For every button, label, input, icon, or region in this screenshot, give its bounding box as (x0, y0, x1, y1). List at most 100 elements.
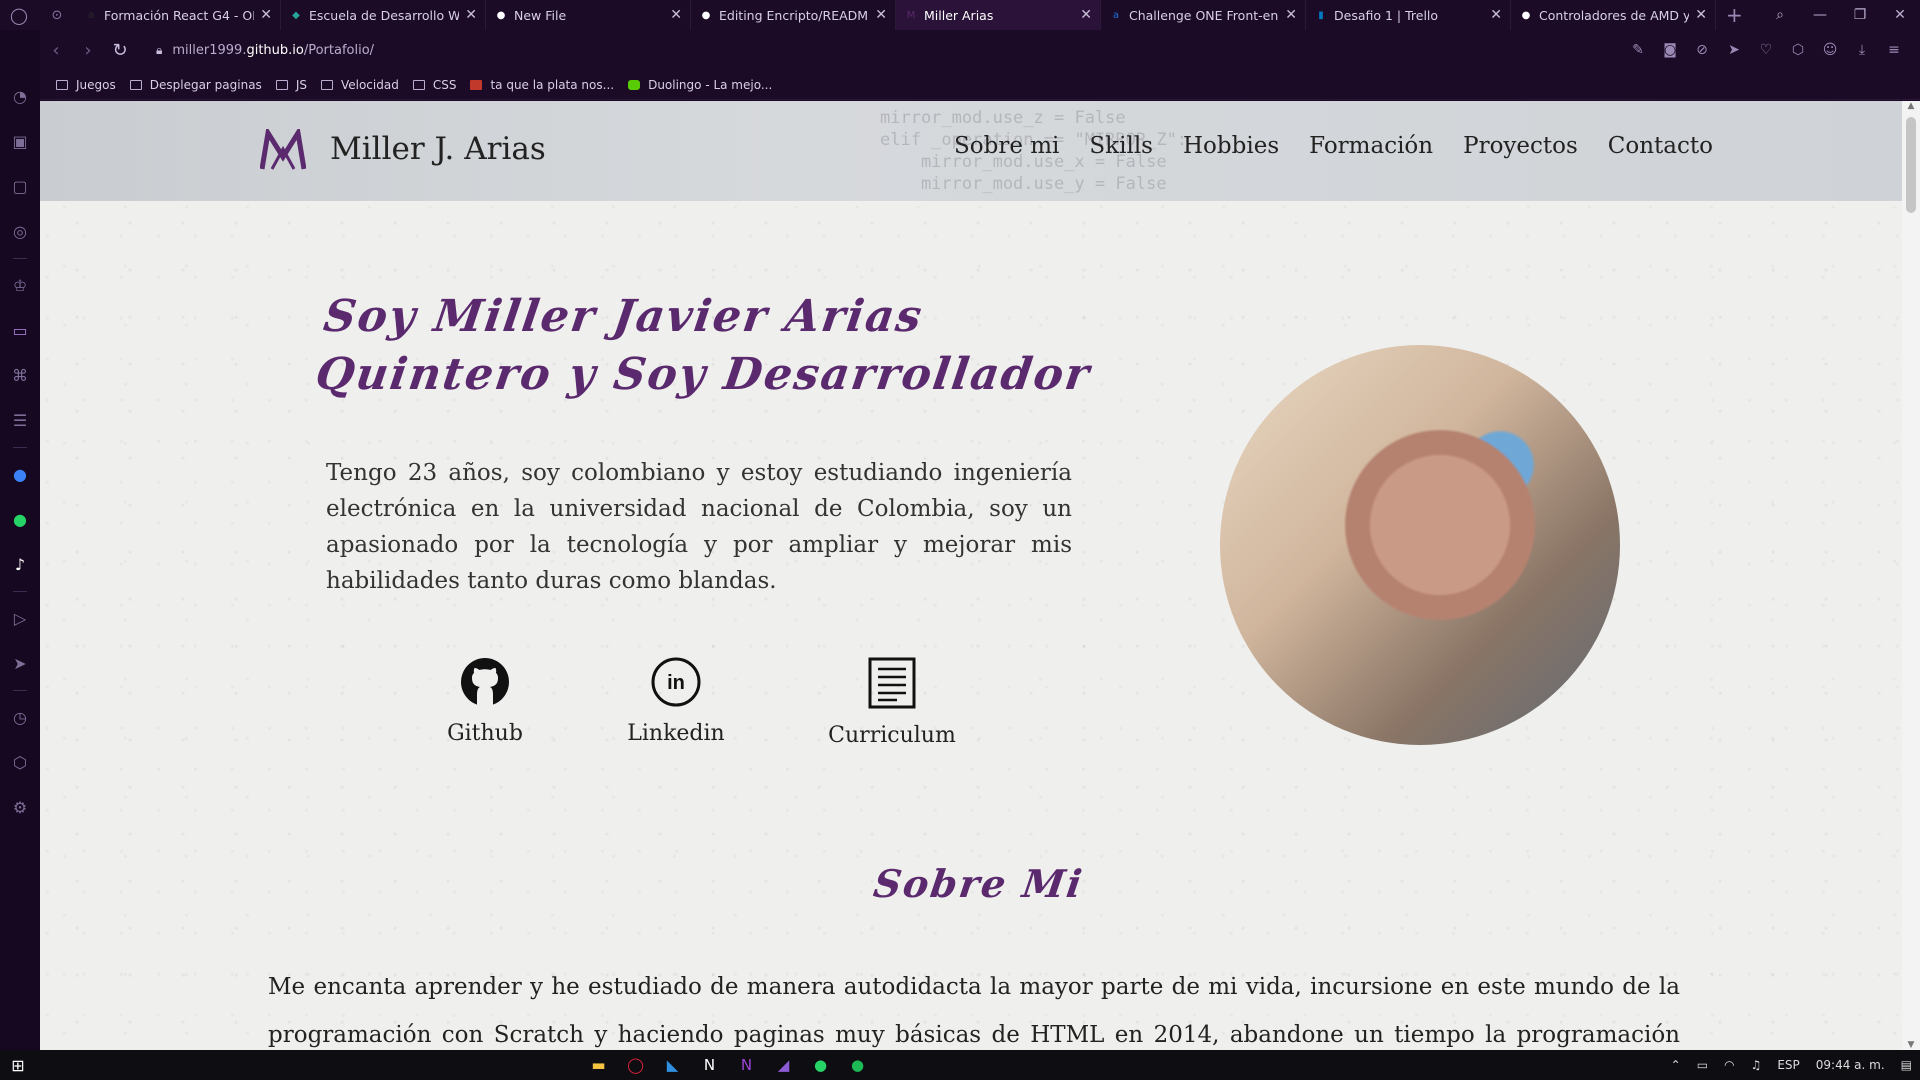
bookmark-item[interactable]: CSS (412, 78, 456, 92)
profile-icon[interactable]: ☺ (1814, 42, 1846, 58)
close-tab-icon[interactable]: ✕ (1695, 7, 1707, 23)
tray-chevron-icon[interactable]: ⌃ (1671, 1058, 1681, 1072)
settings-icon[interactable]: ⚙ (0, 785, 40, 830)
nav-link[interactable]: Skills (1089, 133, 1153, 159)
tab-favicon-icon: ● (496, 9, 506, 21)
close-tab-icon[interactable]: ✕ (1285, 7, 1297, 23)
player-icon[interactable]: ▷ (0, 596, 40, 641)
github-link[interactable]: Github (405, 657, 565, 746)
curriculum-link[interactable]: Curriculum (812, 657, 972, 748)
browser-tab[interactable]: a Formación React G4 - ONE ✕ (76, 0, 281, 30)
forward-button[interactable]: › (72, 40, 104, 61)
bookmark-item[interactable]: Desplegar paginas (129, 78, 262, 92)
close-tab-icon[interactable]: ✕ (1080, 7, 1092, 23)
twitch-icon[interactable]: ▢ (0, 164, 40, 209)
back-button[interactable]: ‹ (40, 40, 72, 61)
whatsapp-icon[interactable]: ● (0, 497, 40, 542)
close-tab-icon[interactable]: ✕ (875, 7, 887, 23)
nav-link[interactable]: Contacto (1608, 133, 1713, 159)
tab-title: Escuela de Desarrollo Web (309, 7, 460, 23)
close-tab-icon[interactable]: ✕ (260, 7, 272, 23)
bookmark-item[interactable]: ta que la plata nos... (470, 78, 614, 92)
browser-tab[interactable]: a Challenge ONE Front-end ✕ (1101, 0, 1306, 30)
bookmark-label: Duolingo - La mejo... (648, 77, 773, 92)
nav-link[interactable]: Proyectos (1463, 133, 1578, 159)
section-title-sobre-mi: Sobre Mi (870, 861, 1087, 906)
gx-corner-icon[interactable]: ▭ (0, 308, 40, 353)
adblock-icon[interactable]: ⊘ (1686, 42, 1718, 58)
history-icon[interactable]: ◷ (0, 695, 40, 740)
onenote-icon[interactable]: N (728, 1050, 765, 1080)
bookmark-label: Juegos (76, 77, 116, 92)
folder-icon (56, 79, 68, 90)
nav-link[interactable]: Formación (1309, 133, 1433, 159)
messenger-icon[interactable]: ● (0, 452, 40, 497)
download-icon[interactable]: ⤓ (1846, 42, 1878, 58)
minimize-button[interactable]: — (1800, 7, 1840, 23)
restore-button[interactable]: ❐ (1840, 7, 1880, 23)
camera-icon[interactable]: ◙ (1654, 42, 1686, 58)
vscode-icon[interactable]: ◣ (654, 1050, 691, 1080)
bookmark-item[interactable]: Juegos (56, 78, 116, 92)
speed-dial-icon[interactable]: ◔ (0, 74, 40, 119)
opera-gx-icon[interactable]: ◯ (617, 1050, 654, 1080)
reload-button[interactable]: ↻ (104, 40, 136, 61)
browser-tab[interactable]: ● New File ✕ (486, 0, 691, 30)
gamepad-icon[interactable]: ⌘ (0, 353, 40, 398)
edit-icon[interactable]: ✎ (1622, 42, 1654, 58)
nav-link[interactable]: Sobre mi (954, 133, 1059, 159)
browser-tab[interactable]: ● Controladores de AMD y c ✕ (1511, 0, 1716, 30)
bookmark-item[interactable]: JS (275, 78, 307, 92)
clock[interactable]: 09:44 a. m. (1816, 1058, 1885, 1072)
scroll-up-arrow-icon[interactable]: ▲ (1902, 101, 1920, 111)
send-sidebar-icon[interactable]: ➤ (0, 641, 40, 686)
list-icon[interactable]: ☰ (0, 398, 40, 443)
close-window-button[interactable]: ✕ (1880, 7, 1920, 23)
lock-icon[interactable]: 🔒︎ (156, 43, 162, 58)
search-tabs-icon[interactable]: ⌕ (1760, 7, 1800, 23)
page-scrollbar[interactable]: ▲ ▼ (1902, 101, 1920, 1050)
logo-name[interactable]: Miller J. Arias (330, 131, 546, 167)
crown-icon[interactable]: ♔ (0, 263, 40, 308)
send-icon[interactable]: ➤ (1718, 42, 1750, 58)
url-field[interactable]: miller1999.github.io/Portafolio/ (172, 43, 374, 58)
shopping-icon[interactable]: ▣ (0, 119, 40, 164)
linkedin-link[interactable]: in Linkedin (596, 657, 756, 746)
cube-icon[interactable]: ⬡ (0, 740, 40, 785)
notifications-icon[interactable]: ▤ (1901, 1058, 1912, 1072)
nav-link[interactable]: Hobbies (1183, 133, 1279, 159)
bookmark-item[interactable]: Duolingo - La mejo... (628, 78, 772, 92)
menu-icon[interactable]: ≡ (1878, 42, 1910, 58)
opera-logo-icon[interactable]: ◯ (0, 0, 38, 30)
volume-icon[interactable]: ♫ (1751, 1058, 1762, 1072)
notion-icon[interactable]: N (691, 1050, 728, 1080)
wifi-icon[interactable]: ◠ (1724, 1058, 1734, 1072)
extensions-icon[interactable]: ⬡ (1782, 42, 1814, 58)
heart-icon[interactable]: ♡ (1750, 42, 1782, 58)
whatsapp-taskbar-icon[interactable]: ● (802, 1050, 839, 1080)
browser-tab[interactable]: ● Editing Encripto/README.m ✕ (691, 0, 896, 30)
logo-mark-icon[interactable] (260, 129, 306, 171)
scrollbar-thumb[interactable] (1906, 117, 1916, 213)
divider (13, 447, 27, 448)
browser-tab[interactable]: ▮ Desafio 1 | Trello ✕ (1306, 0, 1511, 30)
windows-start-icon[interactable]: ⊞ (0, 1056, 36, 1075)
close-tab-icon[interactable]: ✕ (1490, 7, 1502, 23)
close-tab-icon[interactable]: ✕ (670, 7, 682, 23)
battery-icon[interactable]: ▭ (1697, 1058, 1708, 1072)
tracker-icon[interactable]: ◎ (0, 209, 40, 254)
spotify-icon[interactable]: ● (839, 1050, 876, 1080)
divider (13, 591, 27, 592)
close-tab-icon[interactable]: ✕ (465, 7, 477, 23)
new-tab-button[interactable]: + (1726, 3, 1743, 27)
tab-menu-icon[interactable]: ⊙ (38, 0, 76, 30)
file-explorer-icon[interactable]: ▬ (580, 1050, 617, 1080)
browser-tab[interactable]: M Miller Arias ✕ (896, 0, 1101, 30)
tiktok-icon[interactable]: ♪ (0, 542, 40, 587)
scroll-down-arrow-icon[interactable]: ▼ (1902, 1040, 1920, 1050)
bookmark-item[interactable]: Velocidad (320, 78, 399, 92)
hero-title-line-2: Quintero y Soy Desarrollador (312, 349, 1095, 400)
browser-tab[interactable]: ◆ Escuela de Desarrollo Web ✕ (281, 0, 486, 30)
language-indicator[interactable]: ESP (1777, 1058, 1799, 1072)
visual-studio-icon[interactable]: ◢ (765, 1050, 802, 1080)
